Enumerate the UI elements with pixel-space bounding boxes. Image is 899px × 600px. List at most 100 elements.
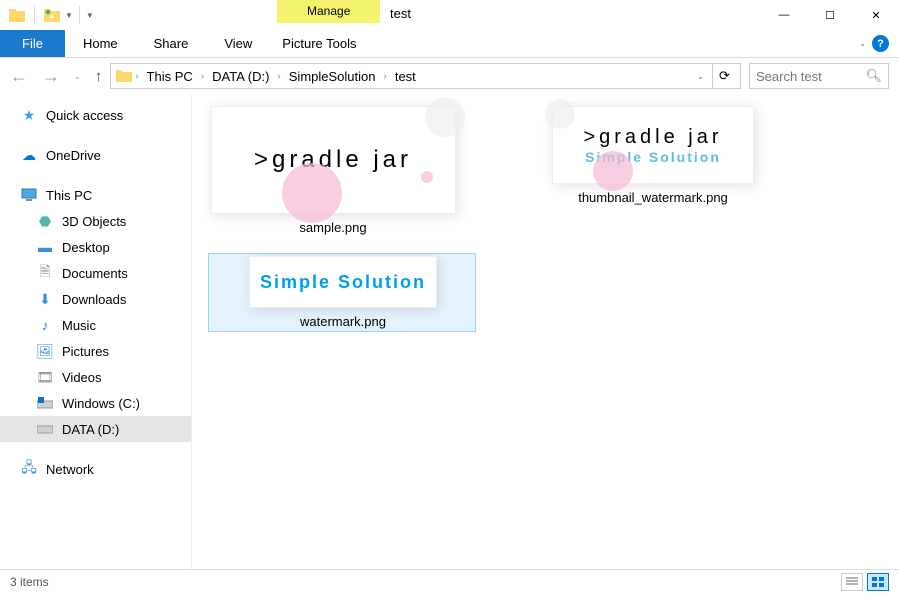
sidebar-label: Videos bbox=[62, 370, 102, 385]
qat-customize-icon[interactable]: ▼ bbox=[86, 11, 94, 20]
sidebar-label: Documents bbox=[62, 266, 128, 281]
back-button[interactable]: ← bbox=[10, 66, 28, 87]
tab-share[interactable]: Share bbox=[136, 30, 207, 57]
music-icon: ♪ bbox=[36, 316, 54, 334]
address-bar[interactable]: › This PC › DATA (D:) › SimpleSolution ›… bbox=[110, 63, 741, 89]
up-button[interactable]: ↑ bbox=[95, 68, 103, 85]
videos-icon: 🎞 bbox=[36, 368, 54, 386]
chevron-right-icon[interactable]: › bbox=[277, 71, 280, 82]
window-controls: — ☐ ✕ bbox=[761, 0, 899, 30]
separator bbox=[34, 6, 35, 24]
help-icon[interactable]: ? bbox=[872, 35, 889, 52]
sidebar-item-music[interactable]: ♪ Music bbox=[0, 312, 191, 338]
thumbnail: >gradle jar bbox=[211, 106, 456, 214]
thumbnail: >gradle jar Simple Solution bbox=[552, 106, 754, 184]
drive-icon bbox=[36, 420, 54, 438]
main-area: ★ Quick access ☁ OneDrive This PC ⬣ 3D O… bbox=[0, 94, 899, 569]
sidebar-label: 3D Objects bbox=[62, 214, 126, 229]
refresh-button[interactable]: ⟳ bbox=[712, 64, 736, 88]
tab-home[interactable]: Home bbox=[65, 30, 136, 57]
breadcrumb-drive[interactable]: DATA (D:) bbox=[206, 64, 275, 88]
sidebar-label: Music bbox=[62, 318, 96, 333]
pc-icon bbox=[20, 186, 38, 204]
sidebar-item-windows-c[interactable]: Windows (C:) bbox=[0, 390, 191, 416]
desktop-icon: ▬ bbox=[36, 238, 54, 256]
breadcrumb-current[interactable]: test bbox=[389, 64, 422, 88]
sidebar-this-pc[interactable]: This PC bbox=[0, 182, 191, 208]
search-input[interactable]: Search test 🔍︎ bbox=[749, 63, 889, 89]
sidebar-item-videos[interactable]: 🎞 Videos bbox=[0, 364, 191, 390]
sidebar-label: Quick access bbox=[46, 108, 123, 123]
sidebar-item-downloads[interactable]: ⬇ Downloads bbox=[0, 286, 191, 312]
sidebar-item-desktop[interactable]: ▬ Desktop bbox=[0, 234, 191, 260]
cube-icon: ⬣ bbox=[36, 212, 54, 230]
chevron-down-icon[interactable]: ▼ bbox=[65, 11, 73, 20]
maximize-button[interactable]: ☐ bbox=[807, 0, 853, 30]
window-title: test bbox=[390, 6, 411, 21]
nav-buttons: ← → ⌄ ↑ bbox=[10, 66, 102, 87]
sidebar-label: Downloads bbox=[62, 292, 126, 307]
close-button[interactable]: ✕ bbox=[853, 0, 899, 30]
navigation-bar: ← → ⌄ ↑ › This PC › DATA (D:) › SimpleSo… bbox=[0, 58, 899, 94]
star-icon: ★ bbox=[20, 106, 38, 124]
sidebar-quick-access[interactable]: ★ Quick access bbox=[0, 102, 191, 128]
sidebar-label: DATA (D:) bbox=[62, 422, 119, 437]
sidebar-label: Pictures bbox=[62, 344, 109, 359]
sidebar-label: OneDrive bbox=[46, 148, 101, 163]
breadcrumb-folder[interactable]: SimpleSolution bbox=[283, 64, 382, 88]
tab-picture-tools[interactable]: Picture Tools bbox=[270, 30, 368, 57]
file-pane[interactable]: >gradle jar sample.png >gradle jar Simpl… bbox=[192, 94, 899, 569]
status-bar: 3 items bbox=[0, 569, 899, 593]
forward-button[interactable]: → bbox=[42, 66, 60, 87]
sidebar-label: This PC bbox=[46, 188, 92, 203]
folder-icon bbox=[115, 67, 133, 85]
details-view-button[interactable] bbox=[841, 573, 863, 591]
chevron-right-icon[interactable]: › bbox=[383, 71, 386, 82]
sidebar-item-3d-objects[interactable]: ⬣ 3D Objects bbox=[0, 208, 191, 234]
ribbon-tabs: File Home Share View Picture Tools ⌄ ? bbox=[0, 30, 899, 58]
sidebar-network[interactable]: 🖧 Network bbox=[0, 456, 191, 482]
file-tab[interactable]: File bbox=[0, 30, 65, 57]
sidebar-label: Desktop bbox=[62, 240, 110, 255]
cloud-icon: ☁ bbox=[20, 146, 38, 164]
chevron-right-icon[interactable]: › bbox=[135, 71, 138, 82]
ribbon-collapse-icon[interactable]: ⌄ bbox=[859, 39, 866, 48]
thumb-text: >gradle jar bbox=[254, 146, 412, 174]
downloads-icon: ⬇ bbox=[36, 290, 54, 308]
file-item[interactable]: >gradle jar Simple Solution thumbnail_wa… bbox=[548, 106, 758, 235]
file-item[interactable]: >gradle jar sample.png bbox=[208, 106, 458, 235]
drive-icon bbox=[36, 394, 54, 412]
search-icon: 🔍︎ bbox=[865, 68, 882, 84]
search-placeholder: Search test bbox=[756, 69, 822, 84]
sidebar-item-documents[interactable]: 🗎 Documents bbox=[0, 260, 191, 286]
minimize-button[interactable]: — bbox=[761, 0, 807, 30]
network-icon: 🖧 bbox=[20, 460, 38, 478]
properties-icon[interactable] bbox=[41, 4, 63, 26]
tab-view[interactable]: View bbox=[206, 30, 270, 57]
pictures-icon: 🖼 bbox=[36, 342, 54, 360]
separator bbox=[79, 6, 80, 24]
thumb-subtext: Simple Solution bbox=[260, 272, 426, 293]
address-dropdown-icon[interactable]: ⌄ bbox=[697, 72, 708, 81]
status-text: 3 items bbox=[10, 575, 49, 589]
file-name: thumbnail_watermark.png bbox=[578, 190, 728, 205]
thumbnail: Simple Solution bbox=[249, 256, 437, 308]
sidebar-item-pictures[interactable]: 🖼 Pictures bbox=[0, 338, 191, 364]
navigation-pane: ★ Quick access ☁ OneDrive This PC ⬣ 3D O… bbox=[0, 94, 192, 569]
thumb-text: >gradle jar bbox=[583, 126, 722, 149]
chevron-right-icon[interactable]: › bbox=[201, 71, 204, 82]
sidebar-onedrive[interactable]: ☁ OneDrive bbox=[0, 142, 191, 168]
sidebar-label: Windows (C:) bbox=[62, 396, 140, 411]
sidebar-item-data-d[interactable]: DATA (D:) bbox=[0, 416, 191, 442]
file-item-selected[interactable]: Simple Solution watermark.png bbox=[208, 253, 476, 332]
title-bar: ▼ ▼ Manage test — ☐ ✕ bbox=[0, 0, 899, 30]
thumbnails-view-button[interactable] bbox=[867, 573, 889, 591]
folder-icon[interactable] bbox=[6, 4, 28, 26]
sidebar-label: Network bbox=[46, 462, 94, 477]
manage-tab[interactable]: Manage bbox=[277, 0, 380, 23]
history-dropdown-icon[interactable]: ⌄ bbox=[74, 72, 81, 81]
breadcrumb-this-pc[interactable]: This PC bbox=[141, 64, 199, 88]
documents-icon: 🗎 bbox=[36, 264, 54, 282]
quick-access-toolbar: ▼ ▼ bbox=[0, 4, 94, 26]
file-name: watermark.png bbox=[300, 314, 386, 329]
